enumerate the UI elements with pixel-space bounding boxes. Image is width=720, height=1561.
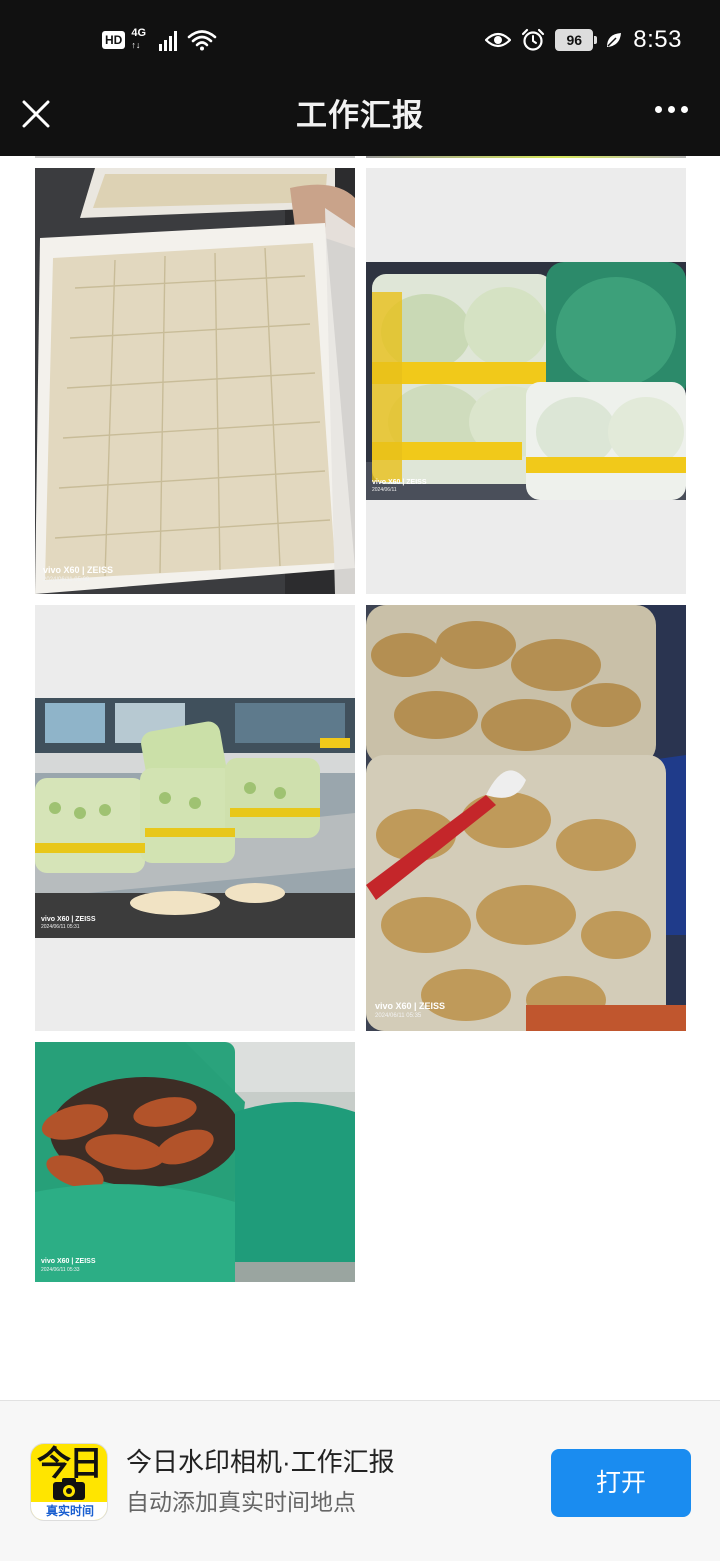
app-title: 今日水印相机·工作汇报 [126,1447,395,1477]
open-app-button[interactable]: 打开 [551,1449,691,1517]
top-nav-bar: 工作汇报 [0,80,720,156]
clock-time: 8:53 [633,26,682,53]
status-right: 96 8:53 [485,26,682,54]
more-options-icon[interactable] [655,106,688,113]
page-title: 工作汇报 [296,98,424,133]
status-bar: HD 4G ↑↓ 96 8:53 [0,0,720,80]
app-icon: 今日 真实时间 [30,1443,108,1521]
leaf-icon [607,33,622,47]
network-activity: ↑↓ [131,40,141,50]
photo-datetime: 2024/06/11 [372,487,397,493]
photo-datetime: 2024/06/11 05:31 [41,924,80,930]
photo-tofu-image [35,168,355,594]
battery-indicator: 96 [555,29,598,51]
photo-bokchoy-image [35,698,355,938]
network-indicator: 4G ↑↓ [131,28,153,52]
signal-icon [159,29,178,51]
hd-badge: HD [102,31,126,49]
photo-watermark: vivo X60 | ZEISS [375,1001,446,1011]
photo-watermark: vivo X60 | ZEISS [43,565,114,575]
app-promo-banner: 今日 真实时间 今日水印相机·工作汇报 自动添加真实时间地点 打开 [0,1400,720,1561]
app-subtitle: 自动添加真实时间地点 [126,1489,356,1515]
photo-cabbage-image [366,262,686,500]
photo-watermark: vivo X60 | ZEISS [41,1258,96,1265]
photo-datetime: 2024/06/11 05:35 [375,1013,422,1019]
wifi-icon [188,30,217,51]
status-left: HD 4G ↑↓ [102,28,217,52]
photo-tofu-trays[interactable]: vivo X60 | ZEISS 2024/06/11 05:09 [35,168,355,594]
photo-datetime: 2024/06/11 05:33 [41,1267,80,1273]
photo-ginger-image [366,605,686,1031]
photo-datetime: 2024/06/11 05:09 [43,577,90,583]
photo-cabbage-bags[interactable]: vivo X60 | ZEISS 2024/06/11 [366,168,686,594]
camera-icon [53,1478,85,1500]
network-type: 4G [131,27,147,39]
eye-icon [485,32,512,48]
alarm-icon [522,28,545,51]
previous-photo-edge-left [35,156,355,158]
photo-bokchoy-table[interactable]: vivo X60 | ZEISS 2024/06/11 05:31 [35,605,355,1031]
photo-sweet-potato-image [35,1042,355,1282]
previous-photo-edge-right [366,156,686,158]
app-icon-caption: 真实时间 [31,1502,107,1520]
photo-ginger-bags[interactable]: vivo X60 | ZEISS 2024/06/11 05:35 [366,605,686,1031]
report-photo-grid: vivo X60 | ZEISS 2024/06/11 05:09 vivo X… [0,156,720,1400]
photo-sweet-potato-bags[interactable]: vivo X60 | ZEISS 2024/06/11 05:33 [35,1042,355,1282]
